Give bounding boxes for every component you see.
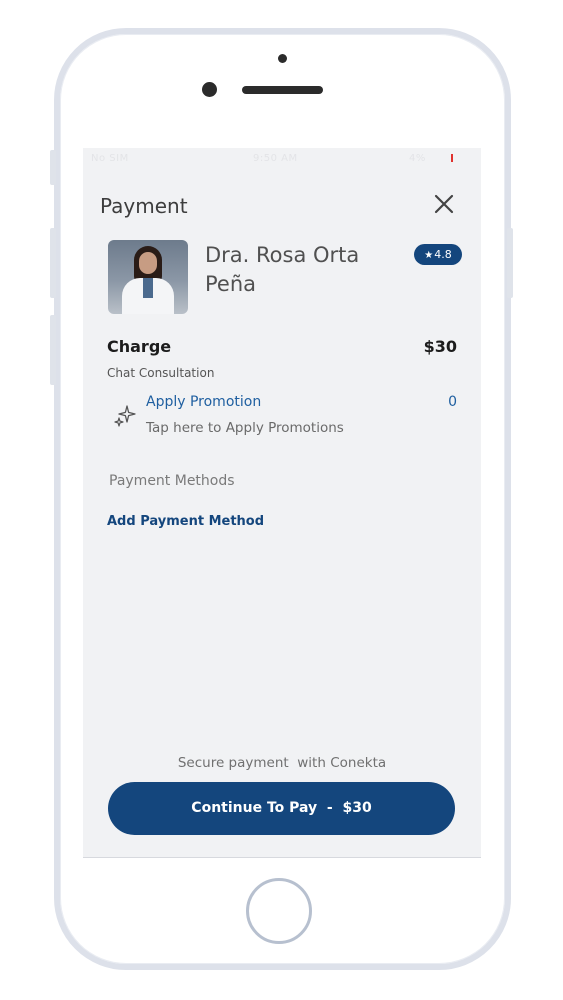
charge-label: Charge — [107, 337, 172, 356]
phone-speaker — [242, 86, 323, 94]
apply-promotion-hint: Tap here to Apply Promotions — [146, 420, 344, 436]
apply-promotion-row[interactable]: Apply Promotion Tap here to Apply Promot… — [107, 392, 457, 444]
phone-power-button — [507, 228, 513, 298]
status-battery: 4% — [409, 153, 426, 164]
phone-sensor — [278, 54, 287, 63]
secure-payment-text: Secure payment with Conekta — [177, 755, 387, 771]
battery-icon — [451, 154, 453, 162]
doctor-name: Dra. Rosa Orta Peña — [205, 243, 360, 296]
continue-to-pay-button[interactable]: Continue To Pay - $30 — [108, 782, 455, 835]
rating-value: 4.8 — [434, 248, 452, 261]
status-carrier: No SIM — [91, 153, 129, 164]
phone-volume-down — [50, 315, 56, 385]
close-icon[interactable] — [432, 192, 456, 216]
screen-divider — [83, 857, 481, 858]
rating-badge: ★4.8 — [414, 244, 462, 265]
apply-promotion-link[interactable]: Apply Promotion — [146, 394, 261, 410]
payment-screen: No SIM 9:50 AM 4% Payment Dra. Rosa Orta… — [83, 148, 481, 858]
charge-amount: $30 — [423, 337, 457, 356]
charge-description: Chat Consultation — [107, 366, 215, 380]
page-title: Payment — [100, 194, 188, 218]
phone-volume-up — [50, 228, 56, 298]
star-icon: ★ — [424, 250, 434, 261]
status-bar: No SIM 9:50 AM 4% — [83, 148, 481, 170]
phone-camera — [202, 82, 217, 97]
status-time: 9:50 AM — [253, 153, 298, 164]
sparkle-icon — [114, 405, 136, 427]
add-payment-method-link[interactable]: Add Payment Method — [107, 514, 264, 529]
promotion-count: 0 — [448, 394, 457, 410]
payment-methods-label: Payment Methods — [109, 473, 235, 489]
phone-side-button — [50, 150, 56, 185]
phone-home-button[interactable] — [246, 878, 312, 944]
doctor-avatar — [108, 240, 188, 314]
